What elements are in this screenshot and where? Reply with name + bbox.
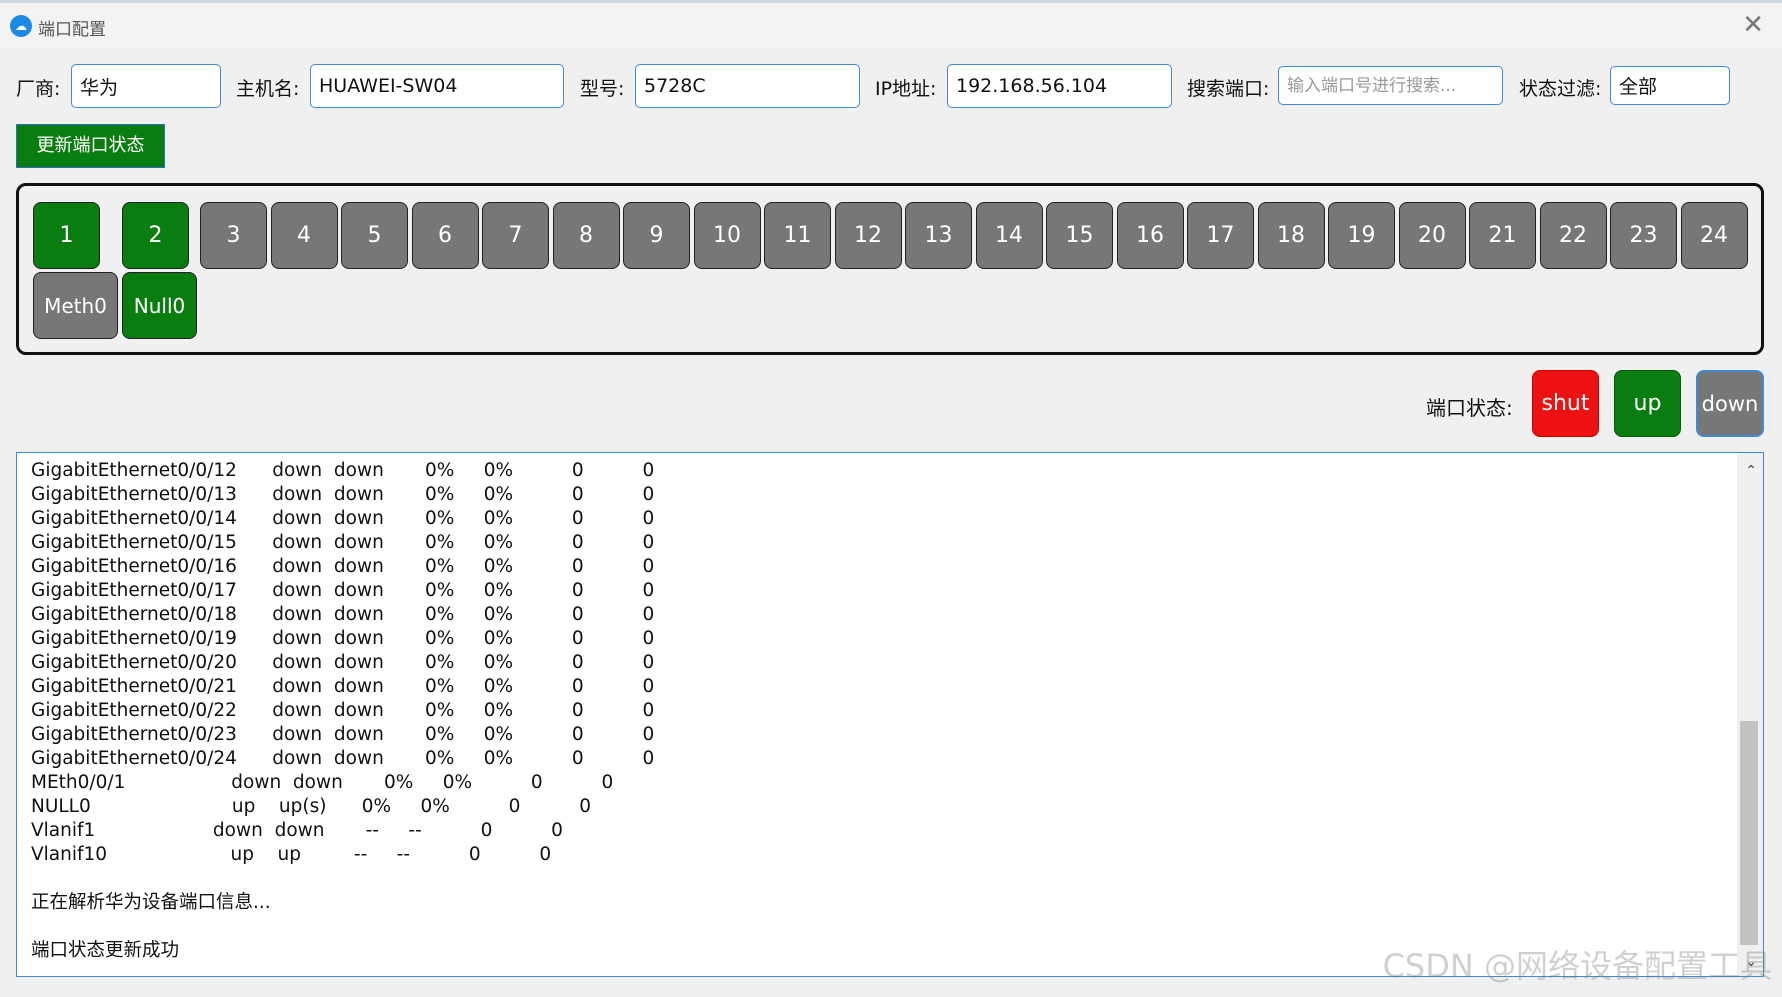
port-button-14[interactable]: 14 (975, 202, 1043, 269)
log-line: GigabitEthernet0/0/20 down down 0% 0% 0 … (31, 652, 655, 673)
log-line: GigabitEthernet0/0/23 down down 0% 0% 0 … (31, 724, 655, 745)
log-line: GigabitEthernet0/0/15 down down 0% 0% 0 … (31, 532, 655, 553)
port-button-1[interactable]: 1 (33, 202, 100, 269)
legend-up-button[interactable]: up (1614, 370, 1681, 437)
scroll-thumb[interactable] (1740, 721, 1758, 945)
port-button-20[interactable]: 20 (1398, 202, 1466, 269)
model-label: 型号: (580, 78, 625, 100)
cloud-icon: ☁ (10, 15, 32, 37)
log-scrollbar[interactable]: ⌃ ⌄ (1737, 453, 1763, 976)
search-label: 搜索端口: (1187, 78, 1270, 100)
log-line: GigabitEthernet0/0/12 down down 0% 0% 0 … (31, 460, 655, 481)
port-button-24[interactable]: 24 (1680, 202, 1748, 269)
port-button-15[interactable]: 15 (1046, 202, 1113, 269)
port-button-7[interactable]: 7 (482, 202, 549, 269)
port-button-6[interactable]: 6 (411, 202, 479, 269)
port-button-13[interactable]: 13 (905, 202, 972, 269)
close-icon[interactable]: ✕ (1742, 10, 1764, 40)
port-button-9[interactable]: 9 (623, 202, 690, 269)
log-line: NULL0 up up(s) 0% 0% 0 0 (31, 796, 591, 817)
port-button-12[interactable]: 12 (834, 202, 902, 269)
legend-shut-button[interactable]: shut (1532, 370, 1599, 437)
port-button-10[interactable]: 10 (693, 202, 761, 269)
status-filter-select[interactable] (1610, 66, 1730, 105)
port-button-21[interactable]: 21 (1469, 202, 1536, 269)
port-button-5[interactable]: 5 (341, 202, 408, 269)
chevron-up-icon[interactable]: ⌃ (1745, 463, 1757, 479)
port-button-19[interactable]: 19 (1328, 202, 1395, 269)
port-button-null0[interactable]: Null0 (122, 272, 197, 339)
ip-label: IP地址: (875, 78, 937, 100)
port-button-16[interactable]: 16 (1116, 202, 1184, 269)
vendor-field[interactable] (71, 64, 221, 108)
log-line: GigabitEthernet0/0/18 down down 0% 0% 0 … (31, 604, 655, 625)
title-bar: ☁ 端口配置 ✕ (0, 0, 1782, 48)
hostname-label: 主机名: (236, 78, 300, 100)
log-line: Vlanif10 up up -- -- 0 0 (31, 844, 552, 865)
vendor-label: 厂商: (16, 78, 61, 100)
port-button-17[interactable]: 17 (1187, 202, 1254, 269)
port-button-11[interactable]: 11 (764, 202, 831, 269)
ip-field[interactable] (947, 64, 1172, 108)
port-button-3[interactable]: 3 (200, 202, 267, 269)
port-panel: 1 2 3 4 5 6 7 8 9 10 11 12 13 14 15 16 17 18 19 20 21 22 23 24 … (16, 183, 1764, 355)
port-button-23[interactable]: 23 (1610, 202, 1677, 269)
port-button-4[interactable]: 4 (270, 202, 338, 269)
port-button-2[interactable]: 2 (122, 202, 189, 269)
filter-label: 状态过滤: (1519, 78, 1602, 100)
log-content: GigabitEthernet0/0/12 down down 0% 0% 0 … (31, 459, 1731, 963)
model-field[interactable] (635, 64, 860, 108)
port-button-22[interactable]: 22 (1539, 202, 1607, 269)
log-line: GigabitEthernet0/0/24 down down 0% 0% 0 … (31, 748, 655, 769)
watermark: CSDN @网络设备配置工具 (1382, 947, 1772, 985)
log-line: MEth0/0/1 down down 0% 0% 0 0 (31, 772, 614, 793)
window-title: 端口配置 (38, 20, 106, 40)
log-line: GigabitEthernet0/0/21 down down 0% 0% 0 … (31, 676, 655, 697)
log-line: GigabitEthernet0/0/17 down down 0% 0% 0 … (31, 580, 655, 601)
log-line: GigabitEthernet0/0/22 down down 0% 0% 0 … (31, 700, 655, 721)
log-output[interactable]: GigabitEthernet0/0/12 down down 0% 0% 0 … (16, 452, 1764, 977)
port-button-18[interactable]: 18 (1257, 202, 1325, 269)
port-status-label: 端口状态: (1426, 396, 1513, 420)
log-line: GigabitEthernet0/0/13 down down 0% 0% 0 … (31, 484, 655, 505)
log-line: Vlanif1 down down -- -- 0 0 (31, 820, 563, 841)
hostname-field[interactable] (310, 64, 564, 108)
log-line: GigabitEthernet0/0/14 down down 0% 0% 0 … (31, 508, 655, 529)
log-line: 正在解析华为设备端口信息... (31, 892, 271, 913)
update-port-status-button[interactable]: 更新端口状态 (16, 124, 165, 168)
port-button-meth0[interactable]: Meth0 (33, 272, 118, 339)
legend-down-button[interactable]: down (1696, 370, 1764, 437)
port-button-8[interactable]: 8 (552, 202, 620, 269)
search-input[interactable] (1278, 66, 1503, 105)
log-line: GigabitEthernet0/0/19 down down 0% 0% 0 … (31, 628, 655, 649)
log-line: GigabitEthernet0/0/16 down down 0% 0% 0 … (31, 556, 655, 577)
